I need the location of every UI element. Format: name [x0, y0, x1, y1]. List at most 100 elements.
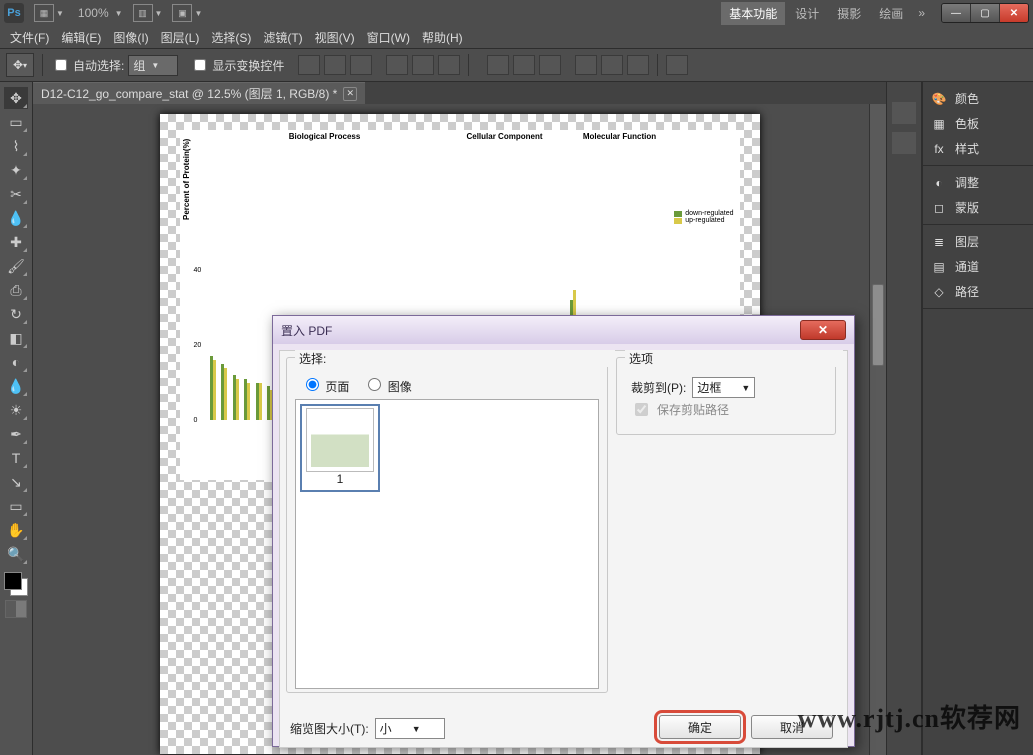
misc-icon[interactable] — [666, 55, 688, 75]
panel-tab-样式[interactable]: fx样式 — [927, 136, 1029, 161]
menu-item[interactable]: 编辑(E) — [55, 27, 107, 48]
align-icon[interactable] — [438, 55, 460, 75]
radio-page-input[interactable] — [306, 378, 319, 391]
brush-tool[interactable]: 🖌 — [4, 255, 28, 277]
menu-item[interactable]: 帮助(H) — [416, 27, 469, 48]
workspace-button[interactable]: 绘画 — [871, 2, 911, 25]
crop-tool[interactable]: ✂ — [4, 183, 28, 205]
pen-tool[interactable]: ✒ — [4, 423, 28, 445]
crop-to-label: 裁剪到(P): — [631, 379, 686, 396]
menu-item[interactable]: 滤镜(T) — [257, 27, 308, 48]
dock-icon[interactable] — [892, 102, 916, 124]
auto-select-checkbox[interactable]: 自动选择: — [51, 56, 124, 74]
workspace-button[interactable]: 设计 — [787, 2, 827, 25]
magic-wand-tool[interactable]: ✦ — [4, 159, 28, 181]
dodge-tool[interactable]: ☀ — [4, 399, 28, 421]
auto-select-label: 自动选择: — [73, 57, 124, 74]
distribute-icon[interactable] — [487, 55, 509, 75]
chart-ylabel: Percent of Protein(%) — [182, 139, 191, 220]
type-tool[interactable]: T — [4, 447, 28, 469]
eyedropper-tool[interactable]: 💧 — [4, 207, 28, 229]
screenmode-icon[interactable]: ▣ — [172, 4, 192, 22]
workspace-button[interactable]: 基本功能 — [721, 2, 785, 25]
workspace-button[interactable]: 摄影 — [829, 2, 869, 25]
panel-icon: ◻ — [929, 200, 949, 216]
options-fieldset-label: 选项 — [625, 350, 843, 367]
rectangle-tool[interactable]: ▭ — [4, 495, 28, 517]
thumb-size-row: 缩览图大小(T): 小▼ — [290, 718, 445, 739]
move-tool[interactable]: ✥ — [4, 87, 28, 109]
panel-tab-路径[interactable]: ◇路径 — [927, 279, 1029, 304]
dialog-close-button[interactable]: ✕ — [800, 320, 846, 340]
path-select-tool[interactable]: ↘ — [4, 471, 28, 493]
menu-item[interactable]: 窗口(W) — [361, 27, 416, 48]
radio-image-label: 图像 — [388, 380, 412, 394]
panel-tab-蒙版[interactable]: ◻蒙版 — [927, 195, 1029, 220]
current-tool-thumb[interactable]: ✥▾ — [6, 53, 34, 77]
blur-tool[interactable]: 💧 — [4, 375, 28, 397]
show-transform-checkbox[interactable]: 显示变换控件 — [190, 56, 284, 74]
panel-tab-色板[interactable]: ▦色板 — [927, 111, 1029, 136]
thumb-size-label: 缩览图大小(T): — [290, 720, 369, 737]
menu-item[interactable]: 图像(I) — [107, 27, 154, 48]
radio-page[interactable]: 页面 — [301, 375, 349, 395]
lasso-tool[interactable]: ⌇ — [4, 135, 28, 157]
align-icon[interactable] — [386, 55, 408, 75]
dock-icon[interactable] — [892, 132, 916, 154]
auto-select-input[interactable] — [55, 59, 67, 71]
radio-image-input[interactable] — [368, 378, 381, 391]
options-fieldset: 选项 裁剪到(P): 边框▼ 保存剪贴路径 — [616, 357, 836, 435]
crop-to-dropdown[interactable]: 边框▼ — [692, 377, 755, 398]
hand-tool[interactable]: ✋ — [4, 519, 28, 541]
panel-tab-图层[interactable]: ≣图层 — [927, 229, 1029, 254]
auto-select-target-value: 组 — [133, 57, 145, 74]
document-tab-title: D12-C12_go_compare_stat @ 12.5% (图层 1, R… — [41, 85, 337, 102]
thumb-size-dropdown[interactable]: 小▼ — [375, 718, 445, 739]
pdf-thumb-pagenum: 1 — [337, 472, 344, 486]
ok-button[interactable]: 确定 — [659, 715, 741, 739]
quickmask-toggle[interactable] — [5, 600, 27, 618]
radio-image[interactable]: 图像 — [363, 375, 411, 395]
show-transform-input[interactable] — [194, 59, 206, 71]
panel-tab-颜色[interactable]: 🎨颜色 — [927, 86, 1029, 111]
menu-item[interactable]: 视图(V) — [309, 27, 361, 48]
align-icon[interactable] — [324, 55, 346, 75]
gradient-tool[interactable]: ◐ — [4, 351, 28, 373]
distribute-icon[interactable] — [513, 55, 535, 75]
stamp-tool[interactable]: ⎙ — [4, 279, 28, 301]
tab-close-icon[interactable]: ✕ — [343, 87, 357, 101]
color-swatch[interactable] — [4, 572, 28, 596]
watermark-text: www.rjtj.cn软荐网 — [798, 698, 1021, 735]
minimize-button[interactable]: — — [942, 4, 970, 22]
menu-item[interactable]: 图层(L) — [155, 27, 206, 48]
arrange-icon[interactable]: ▥ — [133, 4, 153, 22]
dialog-titlebar[interactable]: 置入 PDF ✕ — [273, 316, 854, 344]
pdf-page-thumbnail[interactable]: 1 — [300, 404, 380, 492]
rect-marquee-tool[interactable]: ▭ — [4, 111, 28, 133]
keep-clip-label: 保存剪贴路径 — [657, 401, 729, 418]
healing-tool[interactable]: ✚ — [4, 231, 28, 253]
auto-select-target-dropdown[interactable]: 组▼ — [128, 55, 178, 76]
scrollbar-thumb[interactable] — [872, 284, 884, 366]
eraser-tool[interactable]: ◧ — [4, 327, 28, 349]
menu-item[interactable]: 选择(S) — [205, 27, 257, 48]
align-icon[interactable] — [412, 55, 434, 75]
panel-tab-调整[interactable]: ◐调整 — [927, 170, 1029, 195]
vertical-scrollbar[interactable] — [869, 104, 886, 755]
distribute-icon[interactable] — [601, 55, 623, 75]
zoom-tool[interactable]: 🔍 — [4, 543, 28, 565]
menu-item[interactable]: 文件(F) — [4, 27, 55, 48]
distribute-icon[interactable] — [627, 55, 649, 75]
align-icon[interactable] — [350, 55, 372, 75]
document-tab[interactable]: D12-C12_go_compare_stat @ 12.5% (图层 1, R… — [33, 82, 365, 104]
pdf-thumbnail-list[interactable]: 1 — [295, 399, 599, 689]
panel-tab-通道[interactable]: ▤通道 — [927, 254, 1029, 279]
workspace-more[interactable]: » — [912, 6, 931, 20]
distribute-icon[interactable] — [575, 55, 597, 75]
bridge-icon[interactable]: ▦ — [34, 4, 54, 22]
maximize-button[interactable]: ▢ — [970, 4, 1000, 22]
align-icon[interactable] — [298, 55, 320, 75]
history-brush-tool[interactable]: ↻ — [4, 303, 28, 325]
close-button[interactable]: ✕ — [1000, 4, 1028, 22]
distribute-icon[interactable] — [539, 55, 561, 75]
